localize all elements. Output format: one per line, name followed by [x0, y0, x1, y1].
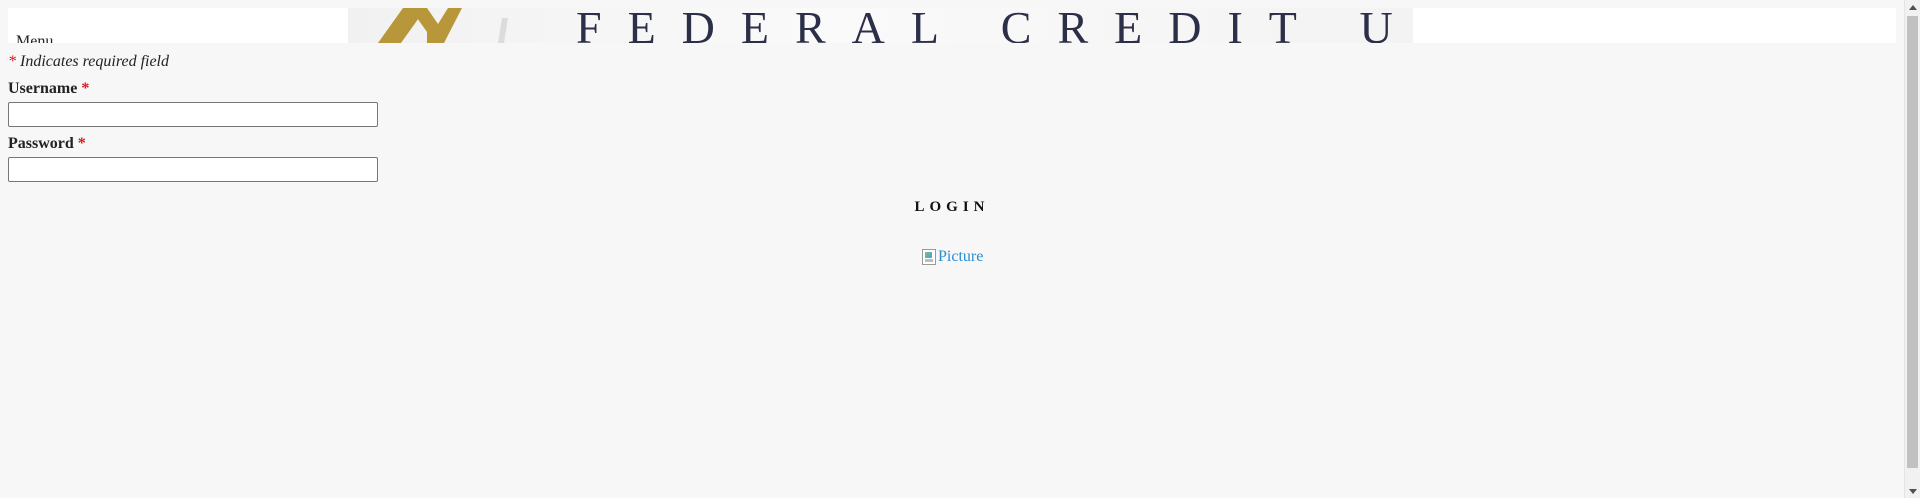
- required-note-text: Indicates required field: [20, 53, 169, 70]
- menu-button[interactable]: Menu: [16, 33, 53, 43]
- banner-title: FEDERAL CREDIT UNION: [576, 8, 1413, 43]
- password-input[interactable]: [8, 157, 378, 182]
- scroll-thumb[interactable]: [1907, 16, 1918, 468]
- vertical-scrollbar[interactable]: [1904, 0, 1920, 498]
- username-input[interactable]: [8, 102, 378, 127]
- password-required-star: *: [77, 135, 86, 152]
- credit-union-logo-icon: [378, 8, 508, 43]
- picture-link[interactable]: Picture: [922, 247, 983, 267]
- scroll-down-button[interactable]: [1905, 484, 1920, 498]
- username-label: Username *: [8, 80, 89, 98]
- logo-banner: FEDERAL CREDIT UNION: [348, 8, 1413, 43]
- required-field-note: * Indicates required field: [8, 53, 169, 71]
- scroll-up-button[interactable]: [1905, 0, 1920, 14]
- username-required-star: *: [81, 80, 90, 97]
- password-label-text: Password: [8, 135, 74, 152]
- page: FEDERAL CREDIT UNION Menu * Indicates re…: [0, 0, 1904, 498]
- picture-alt-text: Picture: [938, 248, 984, 265]
- password-label: Password *: [8, 135, 86, 153]
- triangle-up-icon: [1908, 4, 1917, 10]
- triangle-down-icon: [1908, 488, 1917, 494]
- header-banner: FEDERAL CREDIT UNION Menu: [8, 8, 1896, 43]
- broken-image-icon: [922, 249, 936, 265]
- username-label-text: Username: [8, 80, 78, 97]
- login-button[interactable]: LOGIN: [900, 196, 1004, 218]
- required-star: *: [8, 53, 16, 70]
